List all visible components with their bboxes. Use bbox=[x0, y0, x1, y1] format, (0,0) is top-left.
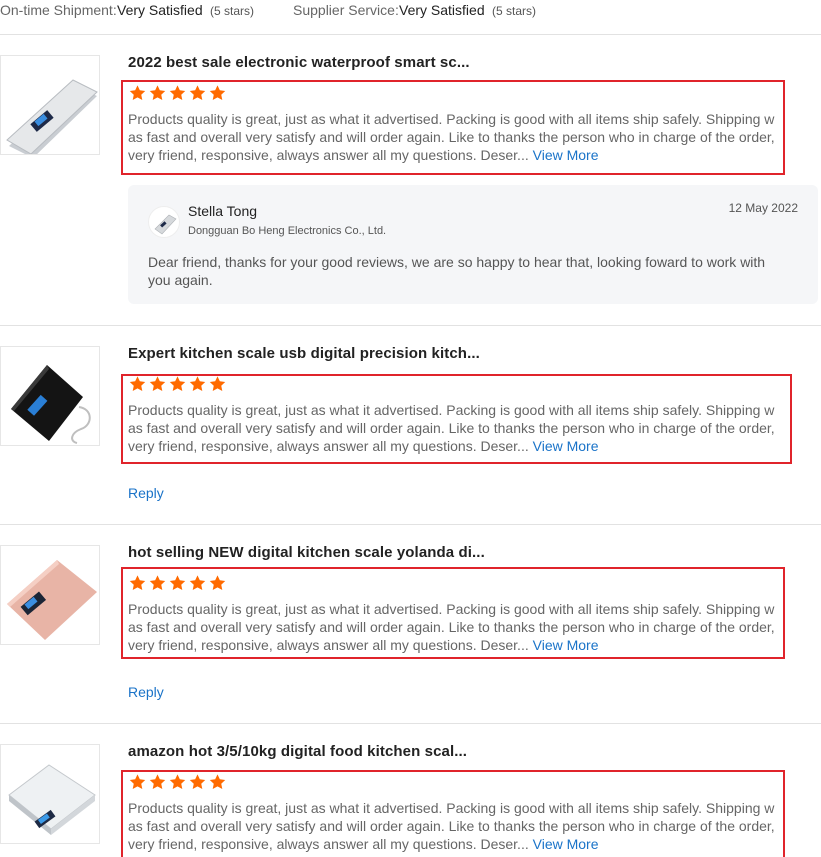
white-kitchen-scale-image[interactable] bbox=[0, 744, 100, 844]
black-usb-kitchen-scale-image[interactable] bbox=[0, 346, 100, 446]
star-icon bbox=[148, 84, 167, 102]
divider bbox=[0, 34, 821, 35]
shipment-label: On-time Shipment: bbox=[0, 2, 117, 18]
divider bbox=[0, 325, 821, 326]
star-rating bbox=[128, 84, 227, 102]
star-icon bbox=[128, 773, 147, 791]
review-body: Products quality is great, just as what … bbox=[128, 601, 775, 653]
supplier-reply: Stella Tong Dongguan Bo Heng Electronics… bbox=[128, 185, 818, 304]
star-rating bbox=[128, 773, 227, 791]
star-icon bbox=[128, 84, 147, 102]
review-body: Products quality is great, just as what … bbox=[128, 402, 775, 454]
product-title[interactable]: amazon hot 3/5/10kg digital food kitchen… bbox=[128, 743, 467, 760]
star-rating bbox=[128, 574, 227, 592]
service-label: Supplier Service: bbox=[293, 2, 399, 18]
view-more-link[interactable]: View More bbox=[533, 836, 599, 852]
shipment-stars: (5 stars) bbox=[210, 4, 255, 18]
silver-kitchen-scale-image[interactable] bbox=[0, 55, 100, 155]
star-icon bbox=[208, 773, 227, 791]
shipment-value: Very Satisfied bbox=[117, 2, 203, 18]
star-icon bbox=[188, 773, 207, 791]
star-icon bbox=[168, 773, 187, 791]
review-text: Products quality is great, just as what … bbox=[128, 401, 779, 455]
star-icon bbox=[168, 375, 187, 393]
star-icon bbox=[148, 375, 167, 393]
review-body: Products quality is great, just as what … bbox=[128, 800, 775, 852]
divider bbox=[0, 524, 821, 525]
star-rating bbox=[128, 375, 227, 393]
star-icon bbox=[128, 574, 147, 592]
product-title[interactable]: Expert kitchen scale usb digital precisi… bbox=[128, 345, 480, 362]
product-title[interactable]: hot selling NEW digital kitchen scale yo… bbox=[128, 544, 485, 561]
review-body: Products quality is great, just as what … bbox=[128, 111, 775, 163]
star-icon bbox=[148, 773, 167, 791]
view-more-link[interactable]: View More bbox=[533, 147, 599, 163]
reply-message: Dear friend, thanks for your good review… bbox=[148, 254, 766, 288]
star-icon bbox=[168, 574, 187, 592]
star-icon bbox=[208, 375, 227, 393]
product-title[interactable]: 2022 best sale electronic waterproof sma… bbox=[128, 54, 470, 71]
star-icon bbox=[148, 574, 167, 592]
supplier-ratings-bar: On-time Shipment: Very Satisfied (5 star… bbox=[0, 0, 821, 22]
divider bbox=[0, 723, 821, 724]
supplier-avatar bbox=[148, 206, 180, 238]
reply-date: 12 May 2022 bbox=[728, 201, 798, 215]
service-stars: (5 stars) bbox=[492, 4, 537, 18]
star-icon bbox=[168, 84, 187, 102]
supplier-name: Stella Tong bbox=[188, 203, 258, 219]
star-icon bbox=[188, 84, 207, 102]
star-icon bbox=[128, 375, 147, 393]
star-icon bbox=[188, 375, 207, 393]
review-text: Products quality is great, just as what … bbox=[128, 110, 779, 164]
review-text: Products quality is great, just as what … bbox=[128, 799, 779, 853]
star-icon bbox=[208, 84, 227, 102]
pink-kitchen-scale-image[interactable] bbox=[0, 545, 100, 645]
star-icon bbox=[188, 574, 207, 592]
reply-button[interactable]: Reply bbox=[128, 485, 164, 501]
reply-button[interactable]: Reply bbox=[128, 684, 164, 700]
supplier-company: Dongguan Bo Heng Electronics Co., Ltd. bbox=[188, 225, 387, 237]
view-more-link[interactable]: View More bbox=[533, 438, 599, 454]
review-text: Products quality is great, just as what … bbox=[128, 600, 779, 654]
service-value: Very Satisfied bbox=[399, 2, 485, 18]
star-icon bbox=[208, 574, 227, 592]
view-more-link[interactable]: View More bbox=[533, 637, 599, 653]
